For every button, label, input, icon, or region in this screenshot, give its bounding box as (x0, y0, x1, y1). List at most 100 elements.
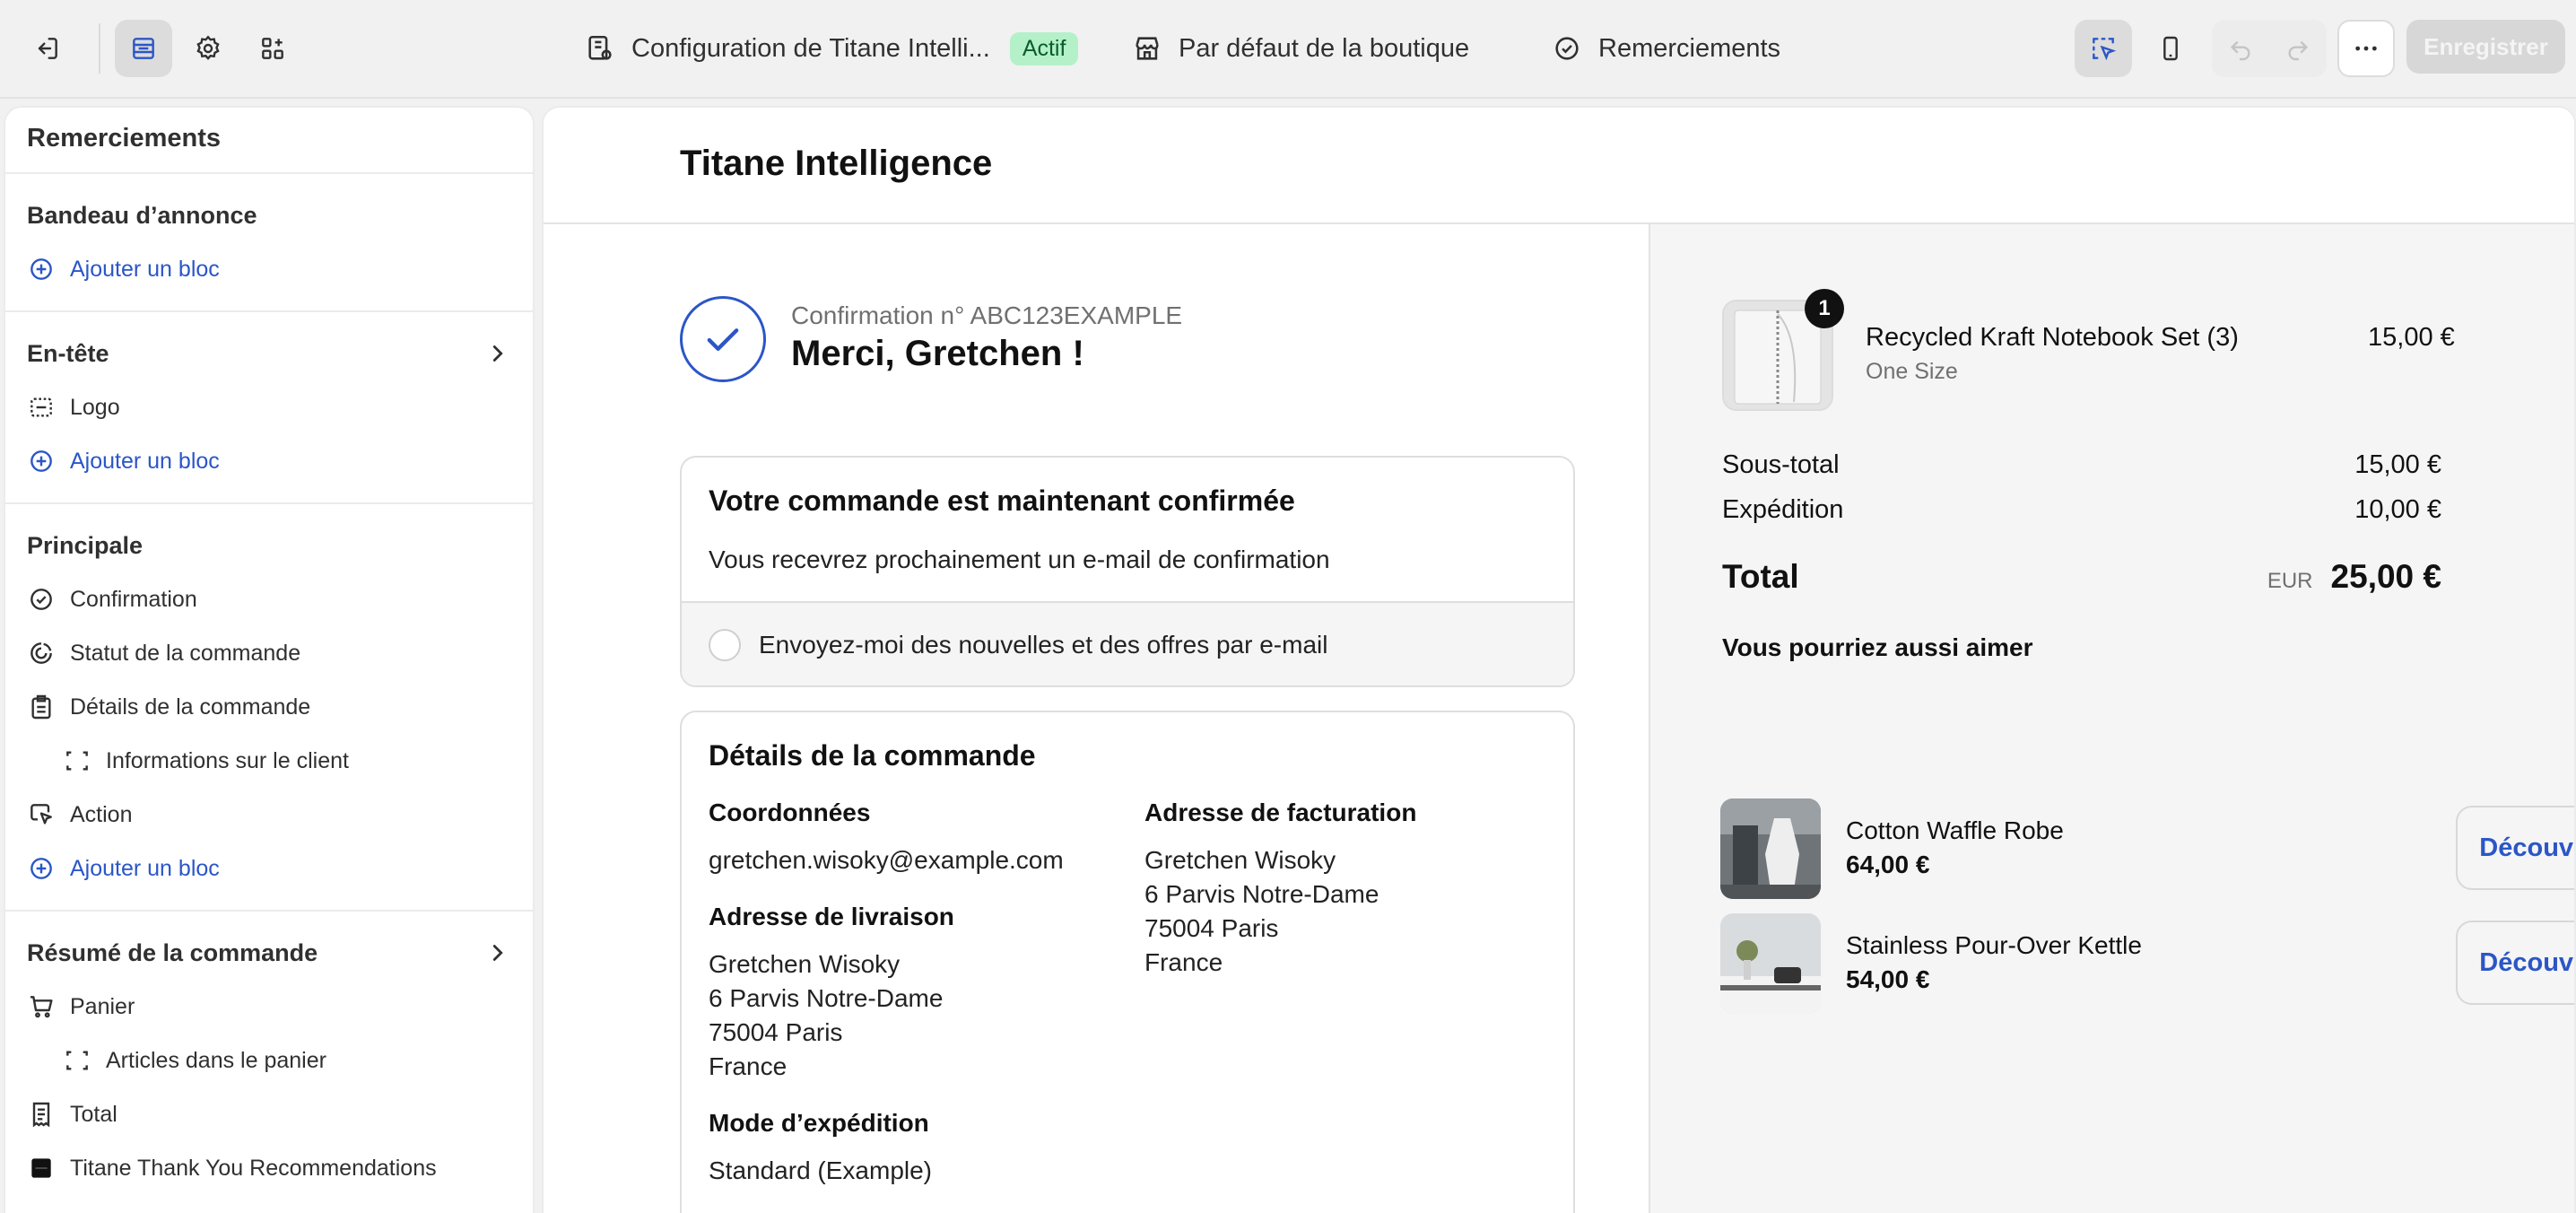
newsletter-label: Envoyez-moi des nouvelles et des offres … (759, 631, 1328, 659)
order-details-card: Détails de la commande Coordonnées gretc… (680, 711, 1575, 1213)
section-header-header[interactable]: En-tête (5, 327, 533, 380)
subtotal-row: Sous-total 15,00 € (1722, 450, 2441, 480)
confirmation-check-icon (680, 296, 766, 382)
status-badge: Actif (1009, 31, 1079, 65)
shop-name: Titane Intelligence (680, 144, 993, 183)
sections-icon (133, 38, 154, 59)
sections-sidebar: Remerciements Bandeau d’annonce Ajouter … (4, 106, 535, 1213)
plus-circle-icon (30, 258, 52, 280)
section-header-main[interactable]: Principale (5, 519, 533, 572)
sidebar-item-label: Confirmation (70, 586, 197, 612)
undo-icon (2230, 41, 2250, 61)
add-block-button[interactable]: Ajouter un bloc (5, 842, 533, 895)
newsletter-option[interactable]: Envoyez-moi des nouvelles et des offres … (682, 601, 1573, 685)
total-label: Total (1722, 558, 1799, 595)
add-block-label: Ajouter un bloc (70, 448, 220, 474)
theme-config-label: Configuration de Titane Intelli... (631, 33, 990, 63)
receipt-icon (32, 1102, 50, 1128)
section-heading: En-tête (27, 339, 109, 367)
contact-heading: Coordonnées (709, 798, 871, 826)
add-block-button[interactable]: Ajouter un bloc (5, 242, 533, 296)
product-variant: One Size (1866, 359, 1958, 384)
page-selector[interactable]: Remerciements (1552, 27, 1780, 70)
section-announcement: Bandeau d’annonce Ajouter un bloc (5, 174, 533, 312)
theme-config-selector[interactable]: Configuration de Titane Intelli... Actif (585, 27, 1079, 70)
sidebar-item-label: Logo (70, 394, 120, 420)
section-header-order-summary[interactable]: Résumé de la commande (5, 926, 533, 980)
shipping-method-block: Mode d’expédition Standard (Example) (709, 1109, 932, 1188)
sidebar-item-total[interactable]: Total (5, 1087, 533, 1141)
sidebar-item-confirmation[interactable]: Confirmation (5, 572, 533, 626)
sidebar-item-cart[interactable]: Panier (5, 980, 533, 1034)
shipping-address-heading: Adresse de livraison (709, 903, 954, 930)
cart-icon (30, 996, 53, 1018)
sidebar-item-recommendations[interactable]: Titane Thank You Recommendations (5, 1141, 533, 1195)
product-thumbnail: 1 (1722, 289, 1844, 411)
sidebar-item-order-status[interactable]: Statut de la commande (5, 626, 533, 680)
sidebar-item-cart-items[interactable]: Articles dans le panier (5, 1034, 533, 1087)
cursor-icon (30, 804, 52, 825)
sidebar-item-action[interactable]: Action (5, 788, 533, 842)
shipping-label: Expédition (1722, 495, 1844, 524)
address-line: France (709, 1052, 788, 1080)
sidebar-item-label: Articles dans le panier (106, 1047, 326, 1073)
block-icon (66, 1051, 88, 1070)
apps-button[interactable] (244, 20, 301, 77)
settings-button[interactable] (179, 20, 237, 77)
product-price: 15,00 € (2368, 323, 2455, 352)
section-main: Principale Confirmation Statut de la com… (5, 504, 533, 912)
add-block-button[interactable]: Ajouter un bloc (5, 434, 533, 488)
address-line: France (1144, 948, 1223, 976)
section-heading: Résumé de la commande (27, 938, 318, 966)
exit-button[interactable] (18, 20, 75, 77)
kettle-image[interactable] (1720, 913, 1821, 1014)
discover-button[interactable]: Découvrir (2456, 921, 2574, 1005)
shipping-method-heading: Mode d’expédition (709, 1109, 929, 1137)
recommendation-name: Stainless Pour-Over Kettle (1846, 931, 2142, 959)
subtotal-label: Sous-total (1722, 450, 1840, 479)
recommendation-name: Cotton Waffle Robe (1846, 816, 2064, 844)
sidebar-item-label: Informations sur le client (106, 747, 349, 773)
sidebar-item-logo[interactable]: Logo (5, 380, 533, 434)
preview-main: Confirmation n° ABC123EXAMPLE Merci, Gre… (544, 224, 1649, 1213)
sidebar-item-label: Panier (70, 993, 135, 1019)
block-icon (66, 751, 88, 771)
contact-email: gretchen.wisoky@example.com (709, 846, 1064, 874)
save-button[interactable]: Enregistrer (2406, 20, 2565, 74)
robe-image[interactable] (1720, 798, 1821, 899)
sidebar-title: Remerciements (5, 108, 533, 174)
total-row: Total EUR 25,00 € (1722, 558, 2441, 596)
add-block-label: Ajouter un bloc (70, 855, 220, 881)
history-group (2212, 20, 2327, 77)
top-toolbar: Configuration de Titane Intelli... Actif… (0, 0, 2576, 99)
kettle-photo (1720, 913, 1821, 1014)
sidebar-item-label: Action (70, 801, 133, 827)
check-circle-icon (30, 589, 52, 610)
clipboard-icon (31, 694, 51, 720)
subtotal-value: 15,00 € (2354, 450, 2441, 479)
address-line: 75004 Paris (709, 1018, 843, 1046)
logo-block-icon (30, 397, 52, 417)
total-value: 25,00 € (2330, 558, 2441, 595)
more-actions-button[interactable] (2337, 20, 2395, 77)
discover-button[interactable]: Découvrir (2456, 806, 2574, 890)
sidebar-item-order-details[interactable]: Détails de la commande (5, 680, 533, 734)
sections-button[interactable] (115, 20, 172, 77)
recommendations-title: Vous pourriez aussi aimer (1722, 633, 2033, 661)
template-selector[interactable]: Par défaut de la boutique (1132, 27, 1469, 70)
address-line: 6 Parvis Notre-Dame (709, 984, 944, 1012)
card-title: Votre commande est maintenant confirmée (709, 484, 1295, 517)
gear-icon (196, 35, 220, 60)
billing-address-heading: Adresse de facturation (1144, 798, 1417, 826)
address-line: 6 Parvis Notre-Dame (1144, 880, 1379, 908)
redo-icon (2288, 41, 2309, 61)
newsletter-checkbox[interactable] (709, 629, 741, 661)
mobile-preview-button[interactable] (2142, 20, 2199, 77)
sidebar-item-customer-info[interactable]: Informations sur le client (5, 734, 533, 788)
sidebar-item-label: Détails de la commande (70, 694, 311, 720)
sidebar-item-label: Titane Thank You Recommendations (70, 1155, 437, 1181)
inspector-button[interactable] (2075, 20, 2132, 77)
undo-button[interactable] (2212, 20, 2269, 77)
redo-button[interactable] (2269, 20, 2327, 77)
section-header-announcement[interactable]: Bandeau d’annonce (5, 188, 533, 242)
